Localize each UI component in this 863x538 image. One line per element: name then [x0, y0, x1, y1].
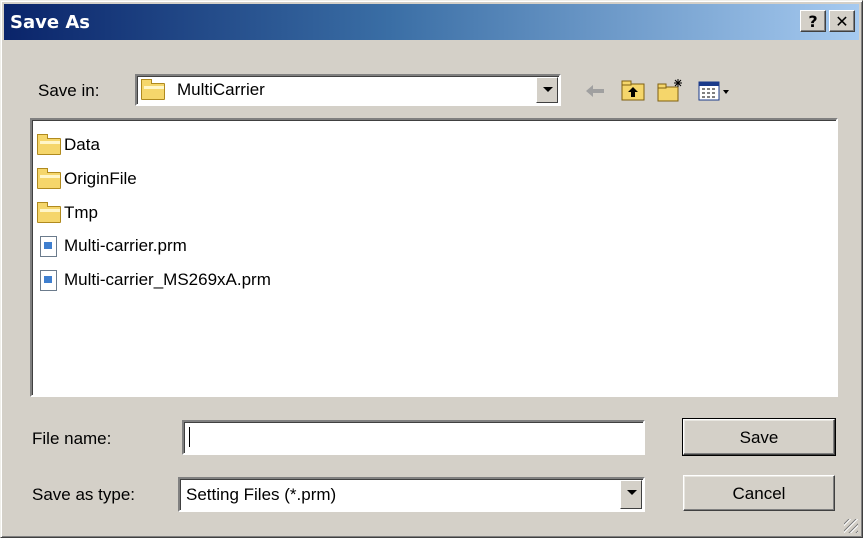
- list-item[interactable]: Tmp: [36, 200, 98, 226]
- save-in-value: MultiCarrier: [177, 80, 265, 99]
- file-name-text: Data: [64, 135, 100, 154]
- save-as-type-combo[interactable]: Setting Files (*.prm): [178, 477, 645, 512]
- title-bar[interactable]: Save As ? ✕: [4, 4, 859, 40]
- list-item[interactable]: Data: [36, 132, 100, 158]
- save-as-type-label: Save as type:: [32, 485, 136, 504]
- view-menu-icon[interactable]: [697, 77, 733, 105]
- back-arrow-icon[interactable]: [581, 77, 609, 105]
- cancel-button-label: Cancel: [732, 484, 786, 503]
- save-as-dialog: Save As ? ✕ Save in: MultiCarrier Data O…: [0, 0, 863, 538]
- list-item[interactable]: Multi-carrier_MS269xA.prm: [36, 267, 271, 293]
- file-name-field[interactable]: [182, 420, 645, 455]
- help-button[interactable]: ?: [800, 10, 826, 32]
- list-item[interactable]: Multi-carrier.prm: [36, 233, 187, 259]
- save-button-label: Save: [739, 428, 779, 447]
- text-caret: [189, 427, 190, 447]
- save-in-combo[interactable]: MultiCarrier: [135, 74, 561, 106]
- close-button[interactable]: ✕: [829, 10, 855, 32]
- file-name-text: Multi-carrier.prm: [64, 236, 187, 255]
- folder-icon: [36, 134, 62, 156]
- folder-icon: [36, 202, 62, 224]
- folder-icon: [140, 79, 166, 101]
- new-folder-icon[interactable]: [656, 77, 684, 105]
- file-name-text: Tmp: [64, 203, 98, 222]
- cancel-button[interactable]: Cancel: [683, 475, 835, 511]
- save-in-label: Save in:: [38, 81, 100, 100]
- resize-grip[interactable]: [844, 519, 858, 533]
- file-name-text: OriginFile: [64, 169, 137, 188]
- up-folder-icon[interactable]: [619, 77, 647, 105]
- save-button[interactable]: Save: [682, 418, 836, 456]
- folder-icon: [36, 168, 62, 190]
- save-as-type-dropdown-button[interactable]: [620, 480, 642, 509]
- document-icon: [36, 269, 62, 291]
- document-icon: [36, 235, 62, 257]
- list-item[interactable]: OriginFile: [36, 166, 137, 192]
- window-title: Save As: [10, 12, 90, 33]
- file-name-label: File name:: [32, 429, 112, 448]
- file-list[interactable]: Data OriginFile Tmp Multi-carrier.prm Mu…: [30, 118, 838, 397]
- save-as-type-value: Setting Files (*.prm): [186, 485, 337, 504]
- save-in-dropdown-button[interactable]: [536, 77, 558, 103]
- file-name-text: Multi-carrier_MS269xA.prm: [64, 270, 271, 289]
